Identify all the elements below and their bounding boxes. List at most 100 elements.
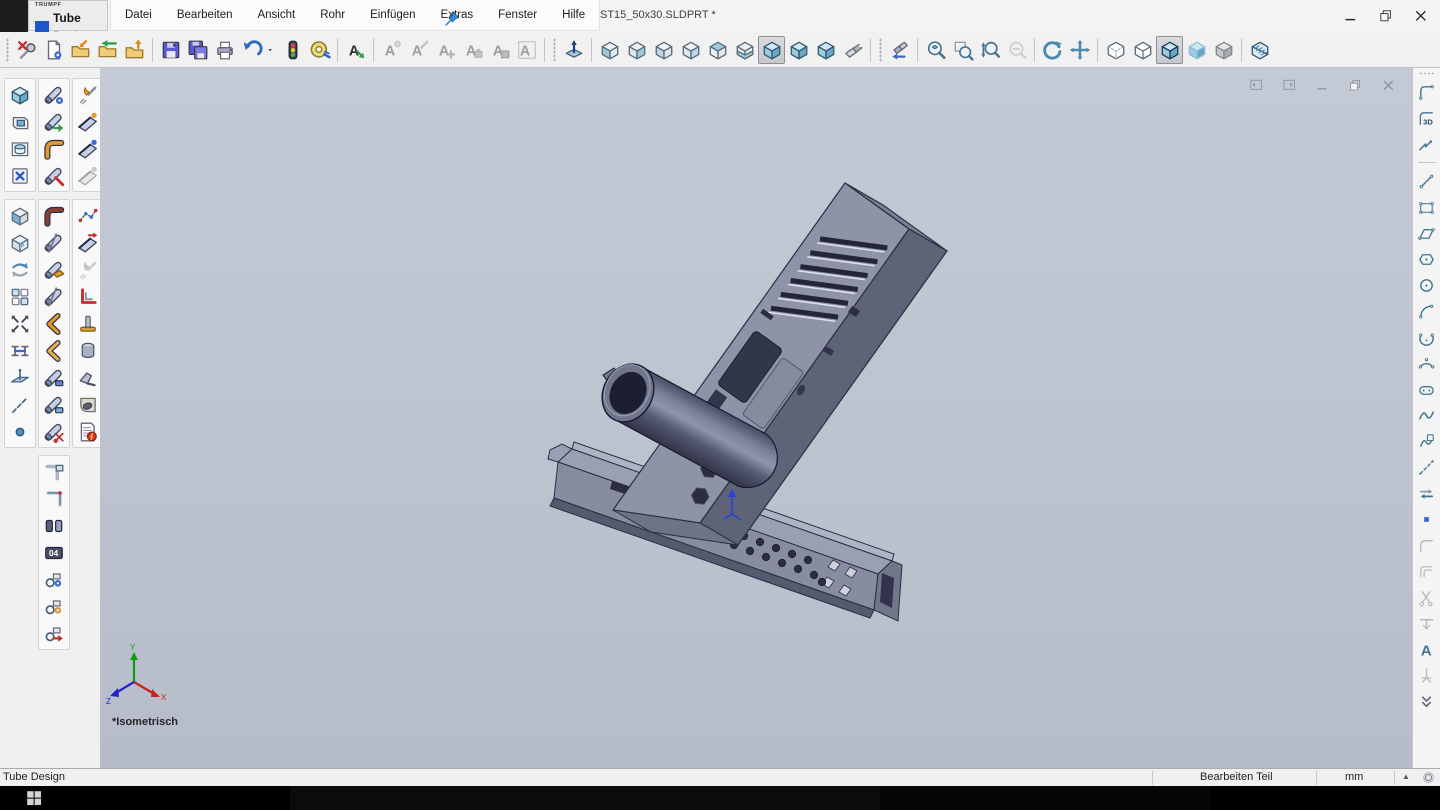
display-shaded-edges-icon[interactable] (1156, 36, 1183, 64)
menu-hilfe[interactable]: Hilfe (562, 9, 585, 21)
trim-entities-icon[interactable] (1415, 586, 1439, 608)
display-shaded-icon[interactable] (1183, 36, 1210, 64)
clamp-tool-icon[interactable] (75, 364, 101, 391)
view-bottom-icon[interactable] (731, 36, 758, 64)
view-back-icon[interactable] (623, 36, 650, 64)
machine-setup-icon[interactable] (41, 593, 67, 620)
pierce-constraint-icon[interactable] (1415, 664, 1439, 686)
connector-icon[interactable] (7, 337, 33, 364)
save-all-icon[interactable] (184, 36, 211, 64)
tube-pierce-icon[interactable] (41, 283, 67, 310)
print-icon[interactable] (211, 36, 238, 64)
slot-icon[interactable] (1415, 378, 1439, 400)
annotation-edit-icon[interactable]: A (405, 36, 432, 64)
machine-export-icon[interactable] (41, 620, 67, 647)
display-hidden-lines-removed-icon[interactable] (1129, 36, 1156, 64)
menu-rohr[interactable]: Rohr (320, 9, 345, 21)
parallelogram-icon[interactable] (1415, 222, 1439, 244)
zoom-area-icon[interactable] (949, 36, 976, 64)
mirror-entities-icon[interactable] (1415, 612, 1439, 634)
normal-to-icon[interactable] (560, 36, 587, 64)
view-front-icon[interactable] (596, 36, 623, 64)
view-trimetric-icon[interactable] (785, 36, 812, 64)
tube-erase-icon[interactable] (41, 364, 67, 391)
sketch-icon[interactable] (1415, 81, 1439, 103)
next-view-icon[interactable] (1279, 76, 1299, 94)
frame-corner-icon[interactable] (41, 458, 67, 485)
frame-corner-2-icon[interactable] (41, 485, 67, 512)
model-3d[interactable] (100, 68, 1412, 768)
seam-weld-2-icon[interactable] (75, 135, 101, 162)
cylinder-tool-icon[interactable] (75, 337, 101, 364)
swap-view-icon[interactable] (7, 256, 33, 283)
undo-icon[interactable] (238, 36, 265, 64)
more-sketch-tools-icon[interactable] (1415, 690, 1439, 712)
miter-cut-2-icon[interactable] (41, 337, 67, 364)
tube-remove-icon[interactable] (41, 162, 67, 189)
tube-bend-icon[interactable] (41, 135, 67, 162)
view-top-icon[interactable] (704, 36, 731, 64)
minimize-window-icon[interactable] (1340, 5, 1362, 27)
node-weld-icon[interactable] (75, 202, 101, 229)
save-icon[interactable] (157, 36, 184, 64)
close-viewport-icon[interactable] (1378, 76, 1398, 94)
annotation-add-icon[interactable]: A (432, 36, 459, 64)
half-section-view-icon[interactable] (7, 202, 33, 229)
menu-einfgen[interactable]: Einfügen (370, 9, 415, 21)
part-window-icon[interactable] (7, 108, 33, 135)
tube-trim-icon[interactable] (41, 229, 67, 256)
restore-viewport-icon[interactable] (1345, 76, 1365, 94)
view-right-icon[interactable] (677, 36, 704, 64)
centerline-sketch-icon[interactable] (1415, 456, 1439, 478)
view-dimetric-icon[interactable] (812, 36, 839, 64)
restore-window-icon[interactable] (1375, 5, 1397, 27)
three-point-arc-icon[interactable] (1415, 352, 1439, 374)
spline-surface-icon[interactable] (1415, 430, 1439, 452)
tube-erase-2-icon[interactable] (41, 391, 67, 418)
tube-properties-icon[interactable] (41, 81, 67, 108)
close-model-icon[interactable] (7, 162, 33, 189)
traffic-light-icon[interactable] (279, 36, 306, 64)
fit-view-icon[interactable] (7, 310, 33, 337)
open-document-icon[interactable] (67, 36, 94, 64)
pin-menu-icon[interactable] (438, 5, 465, 33)
slug-tool-icon[interactable] (75, 391, 101, 418)
new-3d-part-icon[interactable] (7, 81, 33, 108)
import-document-icon[interactable] (94, 36, 121, 64)
profile-corner-icon[interactable] (75, 283, 101, 310)
reference-point-icon[interactable] (7, 418, 33, 445)
zoom-in-out-icon[interactable] (976, 36, 1003, 64)
statusbar-units[interactable]: mm (1345, 771, 1363, 783)
miter-cut-icon[interactable] (41, 310, 67, 337)
tube-split-icon[interactable] (41, 418, 67, 445)
torch-cut-icon[interactable] (75, 81, 101, 108)
annotation-export-icon[interactable]: A (342, 36, 369, 64)
punch-press-icon[interactable] (75, 310, 101, 337)
annotation-save-icon[interactable]: A (486, 36, 513, 64)
view-isometric-icon[interactable] (758, 36, 785, 64)
fillet-sketch-icon[interactable] (1415, 534, 1439, 556)
pipe-joint-icon[interactable] (41, 512, 67, 539)
seam-direction-icon[interactable] (75, 229, 101, 256)
view-orientation-icon[interactable] (886, 36, 913, 64)
undo-options-icon[interactable] (265, 36, 279, 64)
edit-sketch-icon[interactable] (1415, 133, 1439, 155)
rotate-view-icon[interactable] (1039, 36, 1066, 64)
display-hidden-lines-visible-icon[interactable] (1102, 36, 1129, 64)
sketch-3d-icon[interactable]: 3D (1415, 107, 1439, 129)
tangent-arc-icon[interactable] (1415, 300, 1439, 322)
zoom-selection-icon[interactable] (1003, 36, 1030, 64)
machine-settings-icon[interactable] (41, 566, 67, 593)
measure-icon[interactable] (306, 36, 333, 64)
line-icon[interactable] (1415, 170, 1439, 192)
section-view-icon[interactable] (1246, 36, 1273, 64)
cylinder-stock-icon[interactable] (7, 135, 33, 162)
certificate-icon[interactable] (1421, 770, 1436, 785)
corner-section-view-icon[interactable] (7, 229, 33, 256)
menu-bearbeiten[interactable]: Bearbeiten (177, 9, 233, 21)
pipe-order-icon[interactable]: 04 (41, 539, 67, 566)
convert-entities-icon[interactable] (1415, 482, 1439, 504)
menu-ansicht[interactable]: Ansicht (257, 9, 295, 21)
close-window-icon[interactable] (1410, 5, 1432, 27)
production-report-icon[interactable] (75, 418, 101, 445)
